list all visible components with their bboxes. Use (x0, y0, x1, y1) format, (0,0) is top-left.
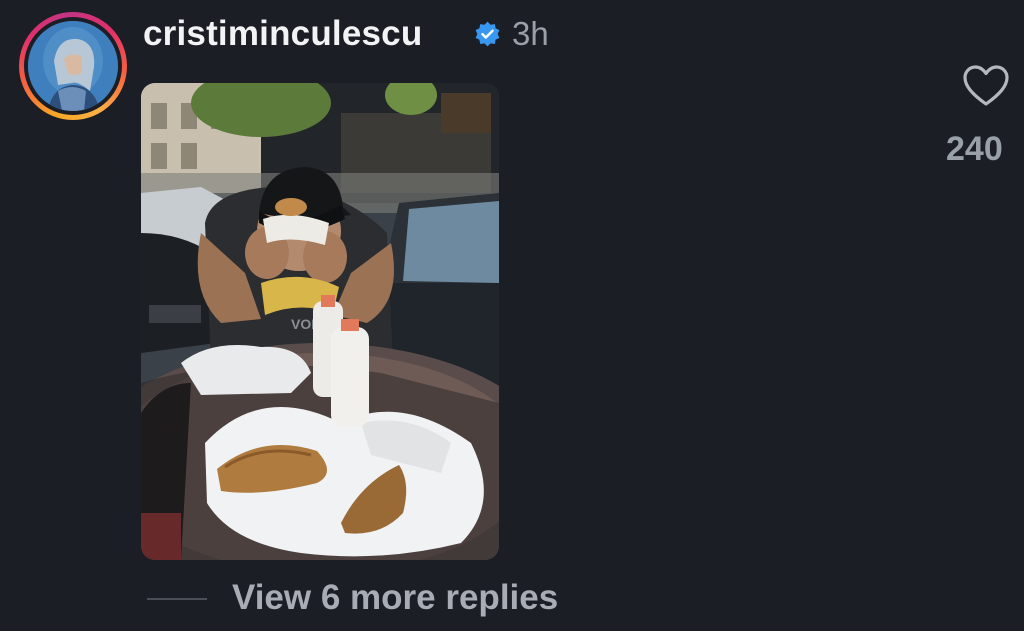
avatar[interactable] (28, 21, 118, 111)
avatar-story-ring[interactable] (19, 12, 127, 120)
username-link[interactable]: cristiminculescu (143, 12, 422, 56)
comment-timestamp: 3h (512, 15, 549, 52)
avatar-ring-gap (24, 17, 122, 115)
verified-badge-icon (475, 21, 500, 47)
avatar-image (28, 21, 118, 111)
comment-photo[interactable]: VOICE (141, 83, 499, 560)
heart-outline-icon[interactable] (962, 64, 1010, 108)
replies-divider (147, 598, 207, 600)
view-more-replies-button[interactable]: View 6 more replies (232, 576, 558, 620)
comment-thread: cristiminculescu 3h VOICE 240 View 6 mor… (0, 0, 1024, 631)
photo-image: VOICE (141, 83, 499, 560)
like-count: 240 (946, 130, 1003, 168)
